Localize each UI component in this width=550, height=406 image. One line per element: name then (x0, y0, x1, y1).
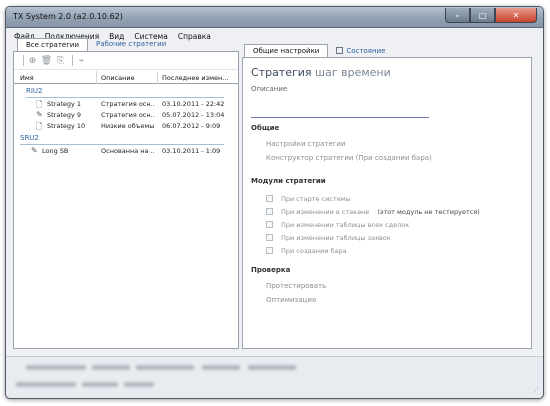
checkbox[interactable] (266, 234, 273, 241)
maximize-button[interactable]: □ (470, 8, 495, 23)
group-label[interactable]: RIU2 (26, 87, 43, 95)
strategy-settings-link[interactable]: Настройки стратегии (266, 140, 346, 148)
menu-help[interactable]: Справка (178, 32, 211, 41)
description-label[interactable]: Описание (251, 85, 287, 93)
row-name: Long SB (42, 147, 69, 155)
status-bar: ⋰ (6, 356, 543, 398)
blurred-status (124, 382, 154, 387)
row-name: Strategy 1 (47, 100, 82, 108)
table-row[interactable]: 🗋 Strategy 1 Стратегия осн... 03.10.2011… (14, 99, 238, 109)
document-icon: 🗋 (36, 122, 43, 131)
description-underline (251, 117, 429, 118)
check-header: Проверка (251, 266, 291, 274)
module-label: При создании бара (281, 246, 347, 255)
module-checkbox-row[interactable]: При создании бара (266, 246, 347, 255)
tab-state[interactable]: Состояние (328, 44, 393, 57)
title-main: Стратегия (251, 66, 312, 79)
delete-icon[interactable]: 🗑 (41, 55, 52, 66)
toolbar-separator (23, 55, 24, 66)
right-tabs: Общие настройки Состояние (244, 44, 393, 57)
strategies-panel: ⊕ 🗑 ⎘ ⌁ Имя Описание Последнее измен... … (13, 51, 239, 349)
table-row[interactable]: ✎ Strategy 9 Стратегия осн... 05.07.2012… (14, 110, 238, 120)
row-description: Стратегия осн... (101, 100, 155, 108)
blurred-status (202, 365, 240, 370)
test-link[interactable]: Протестировать (266, 282, 326, 290)
column-name[interactable]: Имя (20, 74, 34, 82)
row-modified: 03.10.2011 - 22:42 (162, 100, 225, 108)
checkbox[interactable] (266, 221, 273, 228)
page-title: Стратегия шаг времени (251, 66, 391, 79)
toolbar-separator (72, 55, 73, 66)
blurred-status (136, 365, 194, 370)
checkbox[interactable] (266, 195, 273, 202)
modules-header: Модули стратегии (251, 177, 326, 185)
group-divider (26, 97, 224, 98)
module-label: При изменении таблицы заявок (281, 233, 391, 242)
general-header: Общие (251, 124, 280, 132)
pencil-icon: ✎ (31, 146, 38, 155)
settings-panel: Стратегия шаг времени Описание Общие Нас… (242, 57, 532, 349)
row-modified: 03.10.2011 - 1:09 (162, 147, 221, 155)
column-modified[interactable]: Последнее измен... (162, 74, 228, 82)
optimization-link[interactable]: Оптимизация (266, 296, 316, 304)
title-bar[interactable]: TX System 2.0 (a2.0.10.62) – □ ✕ (6, 7, 543, 28)
module-checkbox-row[interactable]: При изменении таблицы всех сделок (266, 220, 409, 229)
close-button[interactable]: ✕ (495, 8, 537, 23)
table-row[interactable]: ✎ Long SB Основанна на ... 03.10.2011 - … (14, 146, 238, 156)
checkbox[interactable] (266, 247, 273, 254)
module-note: (этот модуль не тестируется) (377, 207, 480, 216)
tab-working-strategies[interactable]: Рабочие стратегии (88, 38, 174, 51)
module-label: При изменении в стакане (281, 207, 370, 216)
link-icon[interactable]: ⌁ (76, 55, 87, 66)
pencil-icon: ✎ (36, 110, 43, 119)
column-separator[interactable] (96, 71, 97, 84)
resize-grip-icon[interactable]: ⋰ (532, 387, 539, 395)
strategy-builder-link[interactable]: Конструктор стратегии (При создании бара… (266, 154, 432, 162)
blurred-status (92, 365, 130, 370)
window-controls: – □ ✕ (445, 8, 537, 23)
row-modified: 05.07.2012 - 13:04 (162, 111, 225, 119)
row-name: Strategy 10 (47, 122, 86, 130)
title-sub: шаг времени (315, 66, 391, 79)
group-label[interactable]: SRU2 (20, 134, 39, 142)
module-checkbox-row[interactable]: При старте системы (266, 194, 351, 203)
grid-header: Имя Описание Последнее измен... (14, 71, 238, 84)
column-description[interactable]: Описание (101, 74, 135, 82)
checkbox[interactable] (266, 208, 273, 215)
group-divider (20, 144, 224, 145)
row-description: Стратегия осн... (101, 111, 155, 119)
module-checkbox-row[interactable]: При изменении в стакане (этот модуль не … (266, 207, 480, 216)
left-tabs: Все стратегии Рабочие стратегии (17, 38, 174, 51)
row-description: Низкие объемы (101, 122, 155, 130)
blurred-status (16, 382, 76, 387)
tab-all-strategies[interactable]: Все стратегии (17, 38, 89, 51)
strategies-toolbar: ⊕ 🗑 ⎘ ⌁ (14, 52, 238, 70)
row-name: Strategy 9 (47, 111, 82, 119)
module-label: При старте системы (281, 194, 351, 203)
minimize-button[interactable]: – (445, 8, 470, 23)
copy-icon[interactable]: ⎘ (55, 55, 66, 66)
tab-general-settings[interactable]: Общие настройки (244, 44, 329, 57)
table-row[interactable]: 🗋 Strategy 10 Низкие объемы 06.07.2012 -… (14, 121, 238, 131)
blurred-status (26, 365, 86, 370)
row-modified: 06.07.2012 - 9:09 (162, 122, 221, 130)
window-title: TX System 2.0 (a2.0.10.62) (13, 12, 123, 21)
module-label: При изменении таблицы всех сделок (281, 220, 410, 229)
tab-state-label: Состояние (346, 46, 386, 55)
blurred-status (82, 382, 118, 387)
state-icon (336, 47, 344, 54)
column-separator[interactable] (157, 71, 158, 84)
module-checkbox-row[interactable]: При изменении таблицы заявок (266, 233, 391, 242)
blurred-status (248, 365, 296, 370)
add-icon[interactable]: ⊕ (27, 55, 38, 66)
row-description: Основанна на ... (101, 147, 155, 155)
